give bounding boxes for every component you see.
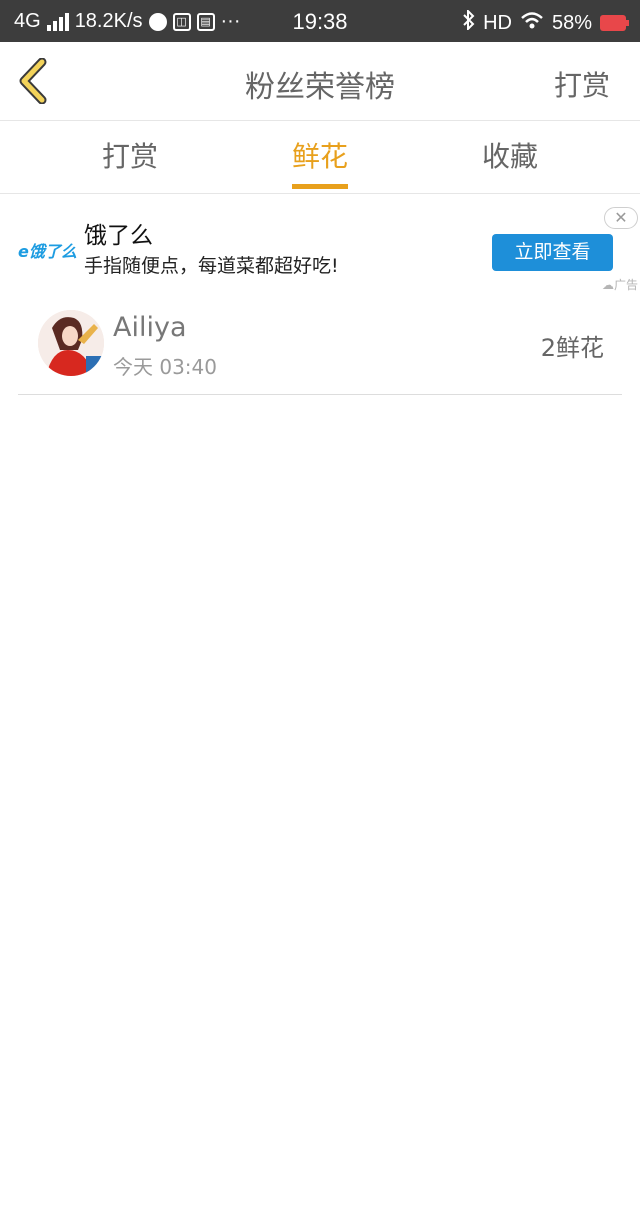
user-name: Ailiya: [113, 312, 187, 343]
tab-label: 鲜花: [291, 140, 348, 173]
tab-reward[interactable]: 打赏: [50, 121, 210, 193]
nav-bar: 粉丝荣誉榜 打赏: [0, 42, 640, 121]
tab-label: 打赏: [101, 140, 158, 173]
battery-icon: [600, 15, 629, 31]
ad-logo: e饿了么: [18, 242, 77, 261]
active-tab-indicator: [292, 184, 348, 189]
status-right: HD 58%: [463, 8, 629, 36]
tab-flowers[interactable]: 鲜花: [240, 121, 400, 193]
ad-close-icon[interactable]: ✕: [604, 207, 638, 229]
ad-view-button[interactable]: 立即查看: [492, 234, 613, 271]
battery-percent: 58%: [551, 11, 592, 34]
hd-label: HD: [483, 11, 512, 34]
flower-count: 2鲜花: [540, 334, 604, 362]
timestamp: 今天 03:40: [113, 355, 217, 379]
tab-favorites[interactable]: 收藏: [430, 121, 590, 193]
reward-button[interactable]: 打赏: [554, 64, 610, 104]
wifi-icon: [520, 11, 544, 35]
ad-banner[interactable]: e饿了么 饿了么 手指随便点，每道菜都超好吃! 立即查看 ✕ ☁广告: [0, 194, 640, 294]
ad-label: ☁广告: [601, 278, 638, 292]
status-bar: 4G 18.2K/s ◫ ▤ ··· 19:38 HD 58%: [0, 0, 640, 42]
tab-bar: 打赏 鲜花 收藏: [0, 121, 640, 194]
avatar[interactable]: [38, 310, 104, 376]
bluetooth-icon: [463, 8, 475, 36]
cloud-icon: ☁: [601, 278, 614, 292]
page-title: 粉丝荣誉榜: [245, 70, 395, 105]
ad-title: 饿了么: [84, 223, 153, 249]
list-item[interactable]: Ailiya 今天 03:40 2鲜花: [18, 296, 622, 395]
tab-label: 收藏: [481, 140, 538, 173]
ad-description: 手指随便点，每道菜都超好吃!: [84, 255, 339, 277]
